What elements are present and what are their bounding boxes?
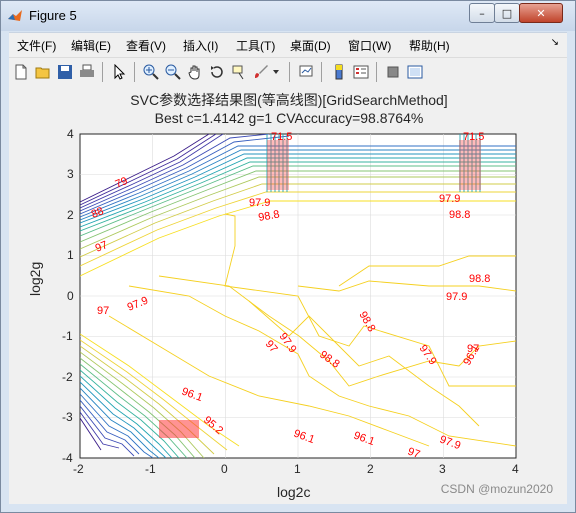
close-button[interactable]: ✕ (519, 3, 563, 23)
contour-label: 97.9 (446, 291, 467, 303)
menu-view[interactable]: 查看(V) (126, 37, 166, 54)
y-axis-label: log2g (27, 261, 43, 296)
data-cursor-icon[interactable] (229, 62, 249, 82)
y-tick: 1 (67, 248, 74, 262)
y-tick: 4 (67, 127, 74, 141)
zoom-in-icon[interactable] (141, 62, 161, 82)
zoom-out-icon[interactable] (163, 62, 183, 82)
x-tick: 1 (294, 462, 301, 476)
y-tick: 0 (67, 289, 74, 303)
x-tick: -1 (145, 462, 156, 476)
y-tick: 2 (67, 208, 74, 222)
x-tick: 0 (221, 462, 228, 476)
contour-label: 97.9 (249, 197, 270, 209)
menu-tools[interactable]: 工具(T) (236, 37, 275, 54)
menu-edit[interactable]: 编辑(E) (71, 37, 111, 54)
matlab-logo-icon (8, 10, 22, 21)
figure-canvas: SVC参数选择结果图(等高线图)[GridSearchMethod] Best … (9, 86, 567, 504)
toolbar-separator (289, 62, 290, 82)
link-plot-icon[interactable] (297, 62, 317, 82)
pan-hand-icon[interactable] (185, 62, 205, 82)
hide-plot-tools-icon[interactable] (383, 62, 403, 82)
show-plot-tools-icon[interactable] (405, 62, 425, 82)
x-tick: 2 (367, 462, 374, 476)
figure-window: Figure 5 – □ ✕ 文件(F) 编辑(E) 查看(V) 插入(I) 工… (0, 0, 576, 513)
legend-icon[interactable] (351, 62, 371, 82)
y-tick: -3 (62, 410, 73, 424)
contour-plot[interactable]: 88 97 79 97.9 98.8 71.5 97.9 98.8 71.5 9… (9, 86, 569, 506)
y-tick: -2 (62, 370, 73, 384)
minimize-button[interactable]: – (469, 3, 495, 23)
x-tick: -2 (73, 462, 84, 476)
toolbar-separator (134, 62, 135, 82)
save-icon[interactable] (55, 62, 75, 82)
dropdown-arrow-icon[interactable] (271, 62, 281, 82)
title-bar[interactable]: Figure 5 – □ ✕ (1, 1, 575, 31)
maximize-button[interactable]: □ (494, 3, 520, 23)
pointer-icon[interactable] (109, 62, 129, 82)
x-tick: 4 (512, 462, 519, 476)
contour-label: 98.8 (449, 209, 470, 221)
y-tick: 3 (67, 167, 74, 181)
y-tick: -4 (62, 451, 73, 465)
contour-label: 97 (97, 305, 109, 317)
menu-insert[interactable]: 插入(I) (183, 37, 218, 54)
window-title: Figure 5 (29, 8, 77, 23)
contour-label: 98.8 (469, 273, 490, 285)
menu-window[interactable]: 窗口(W) (348, 37, 391, 54)
menu-bar: 文件(F) 编辑(E) 查看(V) 插入(I) 工具(T) 桌面(D) 窗口(W… (9, 32, 567, 57)
contour-label: 97 (406, 446, 422, 461)
open-folder-icon[interactable] (33, 62, 53, 82)
brush-icon[interactable] (251, 62, 271, 82)
contour-label: 97.9 (439, 193, 460, 205)
menu-file[interactable]: 文件(F) (17, 37, 56, 54)
y-tick: -1 (62, 329, 73, 343)
print-icon[interactable] (77, 62, 97, 82)
colorbar-icon[interactable] (329, 62, 349, 82)
toolbar-separator (102, 62, 103, 82)
menu-overflow-arrow[interactable]: ↘ (551, 37, 559, 48)
rotate-3d-icon[interactable] (207, 62, 227, 82)
x-tick: 3 (439, 462, 446, 476)
new-figure-icon[interactable] (11, 62, 31, 82)
toolbar-separator (321, 62, 322, 82)
menu-help[interactable]: 帮助(H) (409, 37, 450, 54)
watermark-text: CSDN @mozun2020 (440, 482, 553, 496)
toolbar-separator (376, 62, 377, 82)
menu-desktop[interactable]: 桌面(D) (290, 37, 331, 54)
x-axis-label: log2c (277, 484, 311, 500)
toolbar (9, 57, 567, 87)
